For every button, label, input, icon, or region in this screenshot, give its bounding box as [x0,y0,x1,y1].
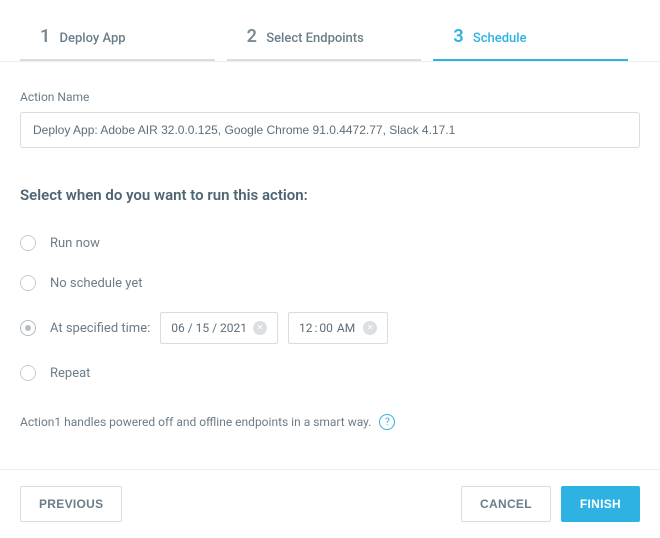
radio-icon [20,320,36,336]
radio-at-specified-time[interactable]: At specified time: 06 / 15 / 2021 12 : 0… [20,312,640,344]
date-value: 06 / 15 / 2021 [171,321,247,335]
step-title: Deploy App [60,31,126,46]
step-number: 2 [247,26,257,47]
note-text: Action1 handles powered off and offline … [20,415,371,429]
time-ampm: AM [337,321,355,335]
radio-no-schedule[interactable]: No schedule yet [20,272,640,294]
clear-time-icon[interactable] [363,321,377,335]
step-select-endpoints[interactable]: 2 Select Endpoints [227,16,422,61]
help-icon[interactable]: ? [379,414,395,430]
radio-icon [20,235,36,251]
wizard-steps: 1 Deploy App 2 Select Endpoints 3 Schedu… [0,0,660,62]
action-name-label: Action Name [20,90,640,104]
cancel-button[interactable]: CANCEL [461,486,551,522]
step-title: Schedule [473,31,527,46]
time-minutes: 00 [319,321,333,335]
radio-label: Run now [50,236,100,251]
step-number: 1 [40,26,50,47]
step-number: 3 [453,26,463,47]
schedule-radio-group: Run now No schedule yet At specified tim… [20,232,640,384]
step-deploy-app[interactable]: 1 Deploy App [20,16,215,61]
radio-label: No schedule yet [50,276,142,291]
radio-icon [20,365,36,381]
wizard-footer: PREVIOUS CANCEL FINISH [0,469,660,538]
action-name-input[interactable] [20,112,640,148]
time-separator: : [315,321,318,335]
offline-note: Action1 handles powered off and offline … [20,414,640,430]
schedule-heading: Select when do you want to run this acti… [20,186,640,204]
time-hours: 12 [299,321,313,335]
radio-label: Repeat [50,366,90,381]
previous-button[interactable]: PREVIOUS [20,486,122,522]
radio-icon [20,275,36,291]
step-schedule[interactable]: 3 Schedule [433,16,628,61]
datetime-group: 06 / 15 / 2021 12 : 00 AM [160,312,388,344]
step-title: Select Endpoints [266,31,364,46]
date-input[interactable]: 06 / 15 / 2021 [160,312,278,344]
clear-date-icon[interactable] [253,321,267,335]
finish-button[interactable]: FINISH [561,486,640,522]
radio-repeat[interactable]: Repeat [20,362,640,384]
radio-run-now[interactable]: Run now [20,232,640,254]
time-input[interactable]: 12 : 00 AM [288,312,388,344]
radio-label: At specified time: [50,321,150,336]
